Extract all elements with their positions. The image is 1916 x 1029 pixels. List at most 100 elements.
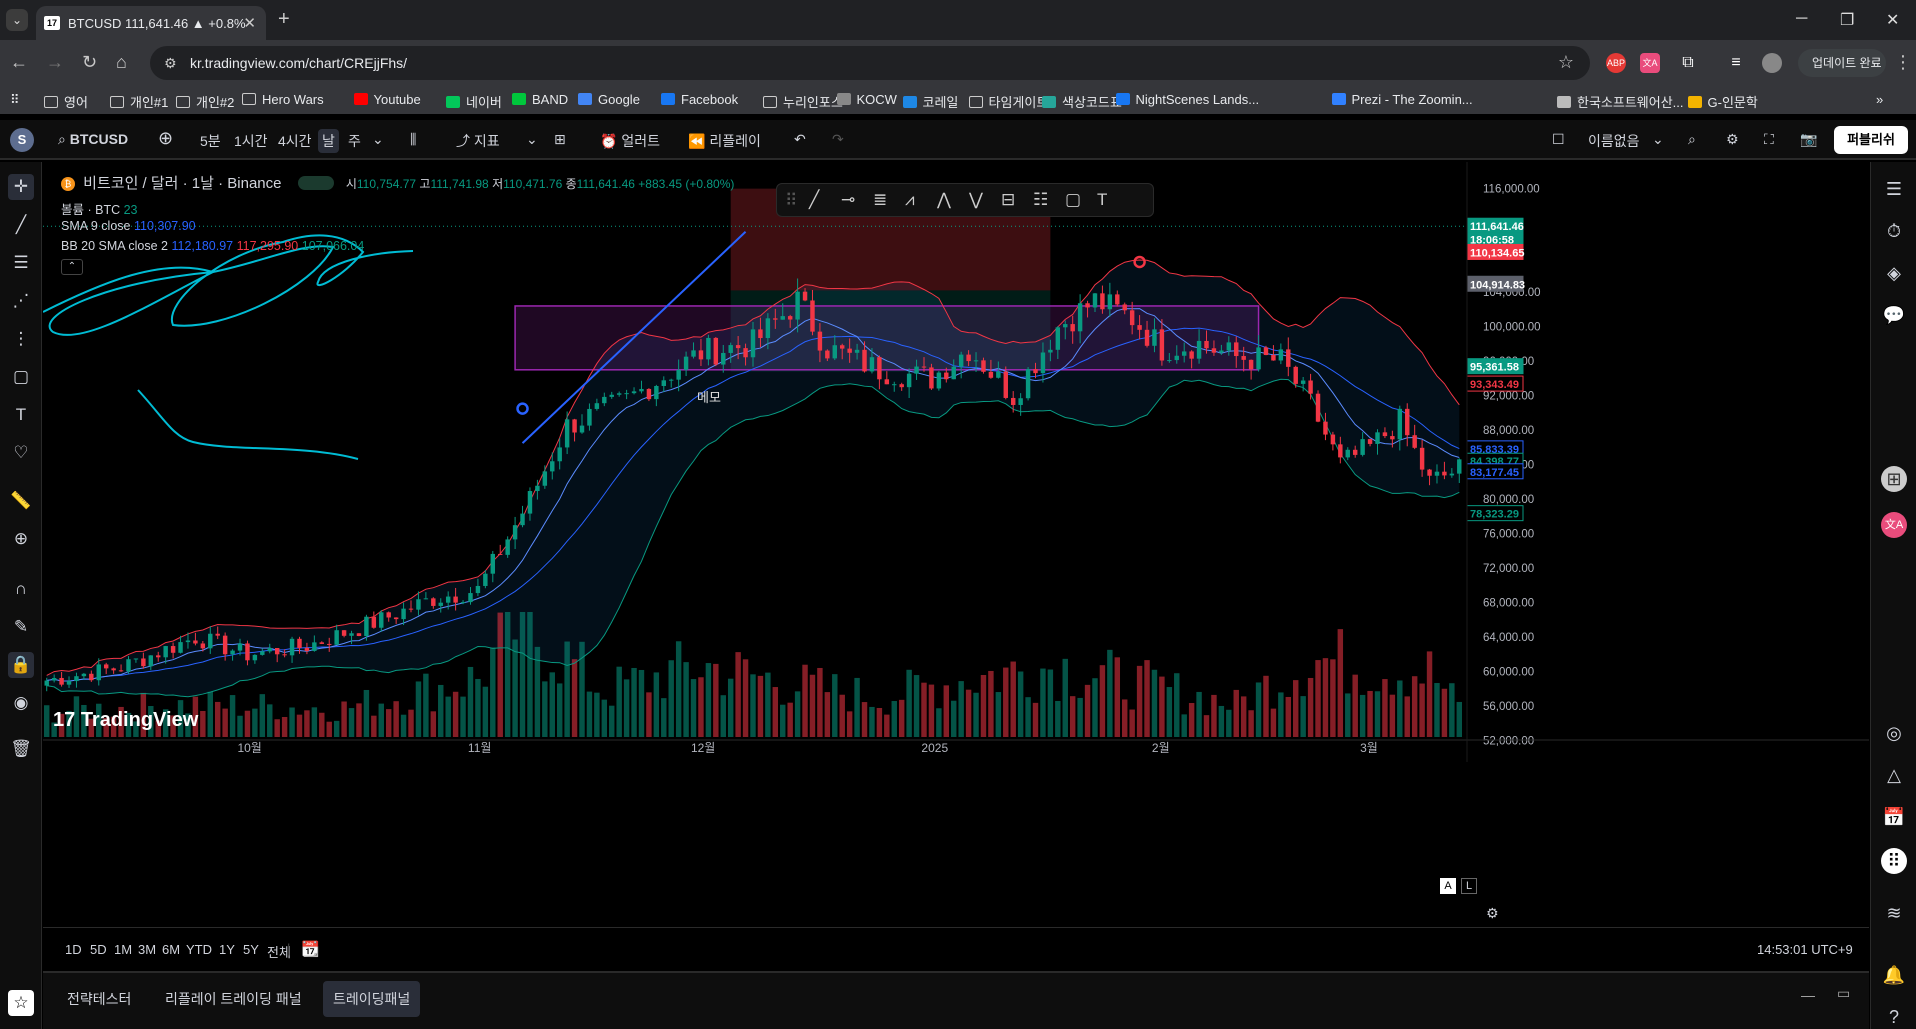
minimize-icon[interactable]: ─	[1796, 10, 1807, 28]
calendar-icon[interactable]: 📅	[1881, 804, 1907, 830]
hotlists-icon[interactable]: ◎	[1881, 720, 1907, 746]
translate-extension-icon[interactable]: 文A	[1640, 53, 1660, 73]
new-tab-icon[interactable]: +	[278, 8, 290, 31]
tab-replay-trading-panel[interactable]: 리플레이 트레이딩 패널	[155, 981, 312, 1017]
fullscreen-icon[interactable]: ⛶	[1764, 131, 1774, 148]
range-1d[interactable]: 1D	[65, 942, 82, 957]
bookmark-item[interactable]: 한국소프트웨어산...	[1557, 92, 1684, 111]
sma-legend[interactable]: SMA 9 close 110,307.90	[61, 219, 196, 233]
text-annotation-icon[interactable]: T	[1097, 190, 1107, 210]
magnet-icon[interactable]: ∩	[8, 576, 34, 602]
market-status-badge[interactable]	[297, 176, 334, 190]
position-tool-icon[interactable]: ☷	[1033, 190, 1048, 210]
zoom-in-icon[interactable]: ⊕	[8, 526, 34, 552]
bookmark-item[interactable]: 코레일	[902, 92, 958, 111]
bookmark-item[interactable]: 개인#1	[110, 92, 168, 111]
notification-bell-icon[interactable]: 🔔	[1881, 962, 1907, 988]
timeframe-5m[interactable]: 5분	[200, 131, 221, 151]
collapse-legend-icon[interactable]: ⌃	[61, 259, 83, 275]
tab-search-button[interactable]: ⌄	[6, 9, 28, 31]
range-ytd[interactable]: YTD	[186, 942, 212, 957]
bookmark-item[interactable]: Facebook	[661, 92, 738, 107]
trend-line-icon[interactable]: ╱	[8, 212, 34, 238]
range-3m[interactable]: 3M	[138, 942, 156, 957]
trash-icon[interactable]: 🗑	[8, 736, 34, 762]
bookmark-item[interactable]: Hero Wars	[242, 92, 324, 107]
price-chart[interactable]: 116,000.00104,000.00100,000.0096,000.009…	[43, 162, 1869, 927]
bookmark-item[interactable]: G-인문학	[1687, 92, 1758, 111]
timeframe-4h[interactable]: 4시간	[278, 131, 312, 151]
forward-icon[interactable]: →	[46, 52, 64, 73]
line-tool-icon[interactable]: ╱	[809, 190, 819, 210]
browser-tab[interactable]: 17 BTCUSD 111,641.46 ▲ +0.8% ✕	[36, 6, 266, 40]
back-icon[interactable]: ←	[10, 52, 28, 73]
axis-settings-icon[interactable]: ⚙	[1486, 905, 1499, 922]
range-5y[interactable]: 5Y	[243, 942, 259, 957]
reading-list-icon[interactable]: ≡	[1726, 53, 1746, 73]
update-button[interactable]: 업데이트 완료	[1798, 49, 1886, 77]
profile-avatar[interactable]	[1762, 53, 1782, 73]
replay-button[interactable]: ⏪ 리플레이	[688, 131, 761, 151]
bookmark-star-icon[interactable]: ☆	[1558, 52, 1574, 73]
volume-legend[interactable]: 볼륨 · BTC 23	[61, 199, 138, 218]
indicators-dropdown-icon[interactable]: ⌄	[526, 131, 538, 148]
watchlist-icon[interactable]: ☰	[1881, 176, 1907, 202]
publish-button[interactable]: 퍼블리쉬	[1834, 126, 1908, 154]
object-tree-icon[interactable]: ◈	[1881, 260, 1907, 286]
dots-grid-icon[interactable]: ⠿	[1881, 848, 1907, 874]
site-info-icon[interactable]: ⚙	[164, 55, 177, 72]
help-icon[interactable]: ?	[1881, 1004, 1907, 1029]
bookmark-item[interactable]: NightScenes Lands...	[1115, 92, 1259, 107]
bookmark-item[interactable]: 네이버	[446, 92, 502, 111]
clock-timezone[interactable]: 14:53:01 UTC+9	[1757, 942, 1853, 957]
layout-dropdown-icon[interactable]: ⌄	[1652, 131, 1664, 148]
layouts-icon[interactable]: ⊞	[554, 131, 566, 148]
text-tool-icon[interactable]: T	[8, 402, 34, 428]
maximize-panel-icon[interactable]: ▭	[1837, 985, 1850, 1002]
rectangle-tool-icon[interactable]: ▢	[1065, 190, 1081, 210]
fib-channel-icon[interactable]: ⊟	[1001, 190, 1015, 210]
alerts-clock-icon[interactable]: ⏱	[1881, 218, 1907, 244]
heart-icon[interactable]: ♡	[8, 440, 34, 466]
more-bookmarks-icon[interactable]: »	[1876, 92, 1883, 107]
bookmark-item[interactable]: 색상코드표	[1042, 92, 1122, 111]
eye-icon[interactable]: ◉	[8, 690, 34, 716]
goto-date-calendar-icon[interactable]: 📆	[301, 940, 320, 958]
abc-pattern-icon[interactable]: ⋁	[969, 190, 983, 210]
range-5d[interactable]: 5D	[90, 942, 107, 957]
crosshair-icon[interactable]: ✛	[8, 174, 34, 200]
lock-icon[interactable]: 🔒	[8, 652, 34, 678]
compare-symbol-icon[interactable]: ⊕	[158, 128, 173, 149]
layout-name[interactable]: 이름없음	[1588, 131, 1640, 151]
settings-gear-icon[interactable]: ⚙	[1726, 131, 1739, 148]
forecasting-icon[interactable]: ⋮	[8, 326, 34, 352]
redo-icon[interactable]: ↷	[832, 131, 844, 148]
auto-scale-button[interactable]: A	[1440, 878, 1456, 894]
timeframe-dropdown-icon[interactable]: ⌄	[372, 131, 384, 148]
snapshot-camera-icon[interactable]: 📷	[1800, 131, 1817, 148]
timeframe-1d[interactable]: 날	[318, 129, 339, 153]
quick-search-icon[interactable]: ⌕	[1688, 131, 1696, 148]
symbol-search[interactable]: ⌕ BTCUSD	[58, 131, 128, 148]
candle-style-icon[interactable]: ⫼	[410, 131, 416, 148]
bookmark-item[interactable]: 개인#2	[176, 92, 234, 111]
chart-canvas[interactable]: 116,000.00104,000.00100,000.0096,000.009…	[43, 162, 1869, 927]
parallel-lines-icon[interactable]: ≣	[873, 190, 887, 210]
apps-grid-plus-icon[interactable]: ⊞	[1881, 466, 1907, 492]
range-1y[interactable]: 1Y	[219, 942, 235, 957]
memo-text[interactable]: 메모	[697, 387, 721, 406]
fib-retracement-icon[interactable]: ☰	[8, 250, 34, 276]
drag-handle-icon[interactable]: ⠿	[785, 191, 797, 211]
indicators-button[interactable]: ⤴ 지표	[456, 131, 500, 151]
undo-icon[interactable]: ↶	[794, 131, 806, 148]
wave-pattern-icon[interactable]: ⩘	[905, 190, 915, 210]
stream-icon[interactable]: ≋	[1881, 900, 1907, 926]
range-1m[interactable]: 1M	[114, 942, 132, 957]
bookmark-item[interactable]: BAND	[512, 92, 568, 107]
favorites-star-icon[interactable]: ☆	[8, 990, 34, 1016]
lock-drawing-pen-icon[interactable]: ✎	[8, 614, 34, 640]
more-menu-icon[interactable]: ⋮	[1894, 52, 1912, 73]
log-scale-button[interactable]: L	[1461, 878, 1477, 894]
bookmark-item[interactable]: Prezi - The Zoomin...	[1331, 92, 1473, 107]
adblock-extension-icon[interactable]: ABP	[1606, 53, 1626, 73]
